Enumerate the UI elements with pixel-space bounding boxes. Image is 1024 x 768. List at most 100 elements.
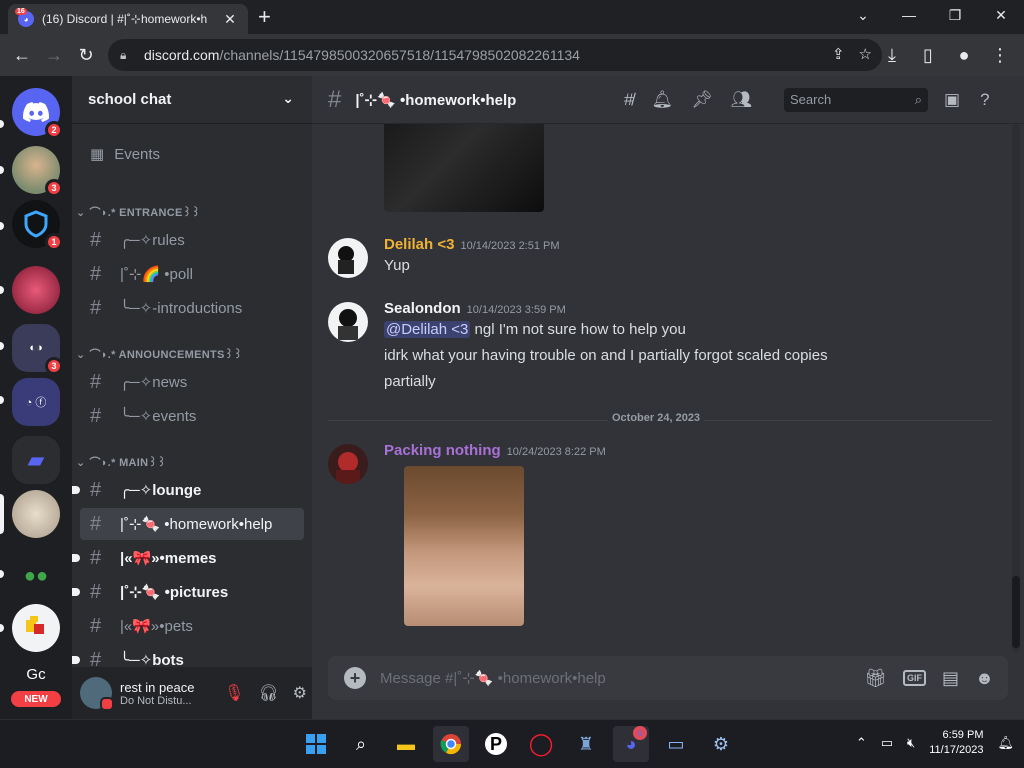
category-announcements[interactable]: ⌄ ⌒◗.* ANNOUNCEMENTS꒱꒱ — [76, 346, 242, 362]
server-gc-icon[interactable]: Gc — [12, 660, 60, 688]
avatar[interactable] — [328, 302, 368, 342]
menu-kebab-icon[interactable]: ⋮ — [984, 39, 1016, 71]
bookmark-star-icon[interactable]: ☆ — [859, 45, 872, 63]
scrollbar-thumb[interactable] — [1012, 576, 1020, 648]
sound-muted-icon[interactable]: 🔇︎ — [907, 735, 915, 751]
download-icon[interactable]: ⤓ — [876, 39, 908, 71]
member-list-icon[interactable]: 👥︎ — [731, 90, 753, 110]
server-avatar-boy-icon[interactable]: 3 — [12, 146, 63, 197]
hash-icon: # — [90, 580, 102, 603]
server-roblox-icon[interactable] — [12, 604, 60, 652]
channel-rules[interactable]: # ╭─✧rules — [80, 224, 304, 256]
search-icon[interactable]: ⌕ — [343, 726, 379, 762]
channel-label: ╰─✧-introductions — [120, 300, 243, 317]
new-tab-button[interactable]: + — [258, 6, 271, 28]
discord-home-icon[interactable]: 2 — [12, 88, 63, 139]
forward-icon[interactable]: → — [38, 39, 70, 71]
share-icon[interactable]: ⇪ — [832, 45, 845, 63]
headphones-icon[interactable]: 🎧︎ — [258, 683, 278, 703]
channel-pictures[interactable]: # |˚⊹🍬 •pictures — [72, 576, 304, 608]
mention-badge: 3 — [45, 179, 63, 197]
user-name: rest in peace — [120, 679, 195, 695]
category-main[interactable]: ⌄ ⌒◗.* MAIN꒱꒱ — [76, 454, 166, 470]
sticker-icon[interactable]: ▤ — [942, 668, 959, 689]
notification-bell-icon[interactable]: 🔔︎ — [997, 735, 1014, 751]
message-line: partially — [384, 373, 436, 390]
settings-icon[interactable]: ⚙ — [703, 726, 739, 762]
browser-tab[interactable]: ◕ 16 (16) Discord | #|˚⊹homework•h ✕ — [8, 4, 248, 34]
message-author[interactable]: Delilah <3 — [384, 236, 454, 253]
media-app-icon[interactable]: ▭ — [658, 726, 694, 762]
gif-icon[interactable]: GIF — [903, 670, 927, 686]
hash-icon: # — [90, 262, 102, 285]
avatar[interactable] — [328, 444, 368, 484]
channel-homework-help[interactable]: # |˚⊹🍬 •homework•help — [80, 508, 304, 540]
restore-button[interactable]: ❐ — [932, 0, 978, 30]
server-blue-circle-icon[interactable]: ◔ ⓕ — [12, 378, 60, 426]
hash-icon: # — [90, 370, 102, 393]
tab-search-icon[interactable]: ⌄ — [840, 0, 886, 30]
settings-gear-icon[interactable]: ⚙ — [293, 683, 307, 703]
image-attachment[interactable] — [404, 466, 524, 626]
unread-pill — [0, 120, 4, 128]
back-icon[interactable]: ← — [6, 39, 38, 71]
close-tab-icon[interactable]: ✕ — [222, 11, 238, 28]
pin-icon[interactable]: 📌︎ — [691, 90, 713, 110]
inbox-icon[interactable]: ▣ — [944, 90, 960, 110]
channel-introductions[interactable]: # ╰─✧-introductions — [80, 292, 304, 324]
display-icon[interactable]: ▭ — [881, 735, 893, 751]
file-explorer-icon[interactable]: ▬ — [388, 726, 424, 762]
server-shield-icon[interactable]: 1 — [12, 200, 63, 251]
message-author[interactable]: Sealondon — [384, 300, 461, 317]
channel-poll[interactable]: # |˚⊹🌈 •poll — [80, 258, 304, 290]
message-author[interactable]: Packing nothing — [384, 442, 501, 459]
server-pink-icon[interactable] — [12, 266, 60, 314]
add-attachment-icon[interactable]: + — [344, 667, 366, 689]
app-lamp-icon[interactable]: ♜ — [568, 726, 604, 762]
reload-icon[interactable]: ↻ — [70, 39, 102, 71]
address-bar[interactable]: 🔒︎ discord.com/channels/1154798500320657… — [108, 39, 882, 71]
channel-memes[interactable]: # |«🎀»•memes — [72, 542, 304, 574]
unread-pill — [0, 166, 4, 174]
message-input[interactable] — [380, 669, 865, 687]
opera-icon[interactable]: ◯ — [523, 726, 559, 762]
channel-lounge[interactable]: # ╭─✧lounge — [72, 474, 304, 506]
server-folder-mixed-icon[interactable]: ◐◑ 3 — [12, 324, 63, 375]
discord-taskbar-icon[interactable]: ◕ 6 — [613, 726, 649, 762]
scrollbar[interactable] — [1012, 124, 1020, 652]
image-attachment[interactable] — [384, 124, 544, 212]
hash-icon: # — [90, 614, 102, 637]
gift-icon[interactable]: 🎁︎ — [864, 668, 887, 689]
chevron-up-icon[interactable]: ⌃ — [856, 735, 867, 751]
side-panel-icon[interactable]: ▯ — [912, 39, 944, 71]
mute-mic-icon[interactable]: 🎙︎ — [224, 683, 244, 703]
clock[interactable]: 6:59 PM 11/17/2023 — [929, 728, 983, 758]
profile-icon[interactable]: ● — [948, 39, 980, 71]
chrome-icon[interactable] — [433, 726, 469, 762]
minimize-button[interactable]: — — [886, 0, 932, 30]
emoji-icon[interactable]: ☻ — [975, 668, 994, 689]
channel-pets[interactable]: # |«🎀»•pets — [80, 610, 304, 642]
close-window-button[interactable]: ✕ — [978, 0, 1024, 30]
server-dog-icon[interactable] — [12, 490, 60, 538]
server-header[interactable]: school chat ⌄ — [72, 76, 312, 124]
discord-app: 2 3 1 ◐◑ 3 ◔ ⓕ ▰ ●● Gc NEW school chat ⌄… — [0, 76, 1024, 719]
folder-icon[interactable]: ▰ — [12, 436, 60, 484]
avatar[interactable] — [328, 238, 368, 278]
user-mention[interactable]: @Delilah <3 — [384, 321, 471, 338]
server-frogs-icon[interactable]: ●● — [12, 552, 60, 600]
threads-icon[interactable]: #̸ — [624, 90, 633, 110]
events-item[interactable]: ▦ Events — [80, 138, 304, 170]
user-avatar[interactable] — [80, 677, 114, 711]
search-icon: ⌕ — [914, 92, 922, 107]
start-icon[interactable] — [298, 726, 334, 762]
p-app-icon[interactable]: P — [478, 726, 514, 762]
channel-events[interactable]: # ╰─✧events — [80, 400, 304, 432]
search-input[interactable]: Search ⌕ — [784, 88, 928, 112]
channel-label: |«🎀»•memes — [120, 550, 217, 567]
category-entrance[interactable]: ⌄ ⌒◗.* ENTRANCE꒱꒱ — [76, 204, 200, 220]
notification-bell-icon[interactable]: 🔔︎ — [651, 90, 673, 110]
user-info[interactable]: rest in peace Do Not Distu... — [120, 680, 220, 707]
help-icon[interactable]: ? — [980, 90, 989, 110]
channel-news[interactable]: # ╭─✧news — [80, 366, 304, 398]
